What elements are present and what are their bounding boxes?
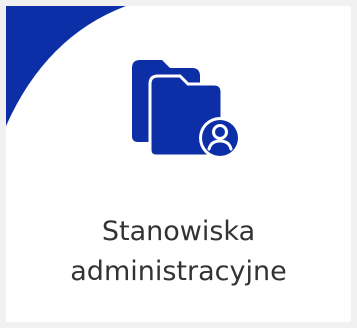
- corner-accent: [6, 6, 126, 126]
- tile-label-line1: Stanowiska: [101, 216, 256, 247]
- tile-label-line2: administracyjne: [70, 256, 287, 287]
- tile-label: Stanowiska administracyjne: [6, 212, 351, 292]
- category-tile-stanowiska-administracyjne[interactable]: Stanowiska administracyjne: [6, 6, 351, 322]
- folder-user-icon: [132, 60, 241, 159]
